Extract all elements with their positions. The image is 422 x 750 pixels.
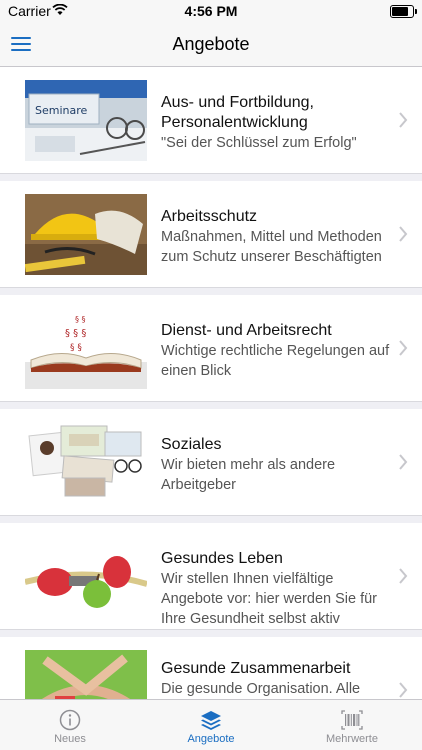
tab-angebote[interactable]: Angebote bbox=[141, 700, 281, 750]
chevron-right-icon bbox=[399, 226, 408, 242]
tab-label: Angebote bbox=[187, 733, 235, 745]
item-subtitle: Wir bieten mehr als andere Arbeitgeber bbox=[161, 457, 336, 493]
item-subtitle: "Sei der Schlüssel zum Erfolg" bbox=[161, 135, 357, 151]
tab-neues[interactable]: Neues bbox=[0, 700, 140, 750]
chevron-right-icon bbox=[399, 340, 408, 356]
dumbbell-apple-image bbox=[25, 536, 147, 617]
list-item-social[interactable]: Soziales Wir bieten mehr als andere Arbe… bbox=[0, 409, 422, 516]
svg-text:§ § §: § § § bbox=[65, 328, 86, 339]
battery-icon bbox=[390, 5, 417, 18]
offers-list: Seminare Aus- und Fortbildung, Personale… bbox=[0, 67, 422, 699]
chevron-right-icon bbox=[399, 112, 408, 128]
list-item-teamwork[interactable]: Gesunde Zusammenarbeit Die gesunde Organ… bbox=[0, 637, 422, 699]
item-title: Dienst- und Arbeitsrecht bbox=[161, 322, 332, 339]
chevron-right-icon bbox=[399, 454, 408, 470]
svg-text:§ §: § § bbox=[70, 343, 82, 353]
status-time: 4:56 PM bbox=[184, 3, 238, 19]
item-title: Arbeitsschutz bbox=[161, 208, 258, 225]
list-item-law[interactable]: § § § § § § § Dienst- und Arbeitsrecht W… bbox=[0, 295, 422, 402]
layers-icon bbox=[201, 711, 221, 730]
item-subtitle: Die gesunde Organisation. Alle Maßnahmen… bbox=[161, 681, 361, 697]
svg-text:§ §: § § bbox=[75, 315, 86, 324]
list-item-safety[interactable]: Arbeitsschutz Maßnahmen, Mittel und Meth… bbox=[0, 181, 422, 288]
item-subtitle: Wir stellen Ihnen vielfältige Angebote v… bbox=[161, 571, 378, 627]
tab-label: Mehrwerte bbox=[326, 733, 378, 745]
barcode-icon bbox=[341, 710, 363, 730]
tab-mehrwerte[interactable]: Mehrwerte bbox=[282, 700, 422, 750]
tab-bar: Neues Angebote Mehrwerte bbox=[0, 699, 422, 750]
tab-label: Neues bbox=[54, 733, 86, 745]
hardhat-gloves-image bbox=[25, 194, 147, 275]
status-bar: Carrier 4:56 PM bbox=[0, 0, 422, 22]
item-subtitle: Maßnahmen, Mittel und Methoden zum Schut… bbox=[161, 229, 382, 265]
team-hands-image bbox=[25, 650, 147, 699]
list-item-health[interactable]: Gesundes Leben Wir stellen Ihnen vielfäl… bbox=[0, 523, 422, 630]
seminare-label: Seminare bbox=[35, 104, 88, 117]
item-title: Gesundes Leben bbox=[161, 550, 283, 567]
list-item-training[interactable]: Seminare Aus- und Fortbildung, Personale… bbox=[0, 67, 422, 174]
navigation-bar: Angebote bbox=[0, 22, 422, 67]
chevron-right-icon bbox=[399, 682, 408, 698]
info-icon bbox=[59, 709, 81, 731]
item-subtitle: Wichtige rechtliche Regelungen auf einen… bbox=[161, 343, 390, 379]
item-title: Gesunde Zusammenarbeit bbox=[161, 660, 351, 677]
page-title: Angebote bbox=[172, 34, 250, 54]
item-title: Aus- und Fortbildung, Personalentwicklun… bbox=[161, 94, 314, 131]
item-title: Soziales bbox=[161, 436, 222, 453]
social-cards-image bbox=[25, 422, 147, 503]
seminar-binder-image: Seminare bbox=[25, 80, 147, 161]
law-book-image: § § § § § § § bbox=[25, 308, 147, 389]
chevron-right-icon bbox=[399, 568, 408, 584]
